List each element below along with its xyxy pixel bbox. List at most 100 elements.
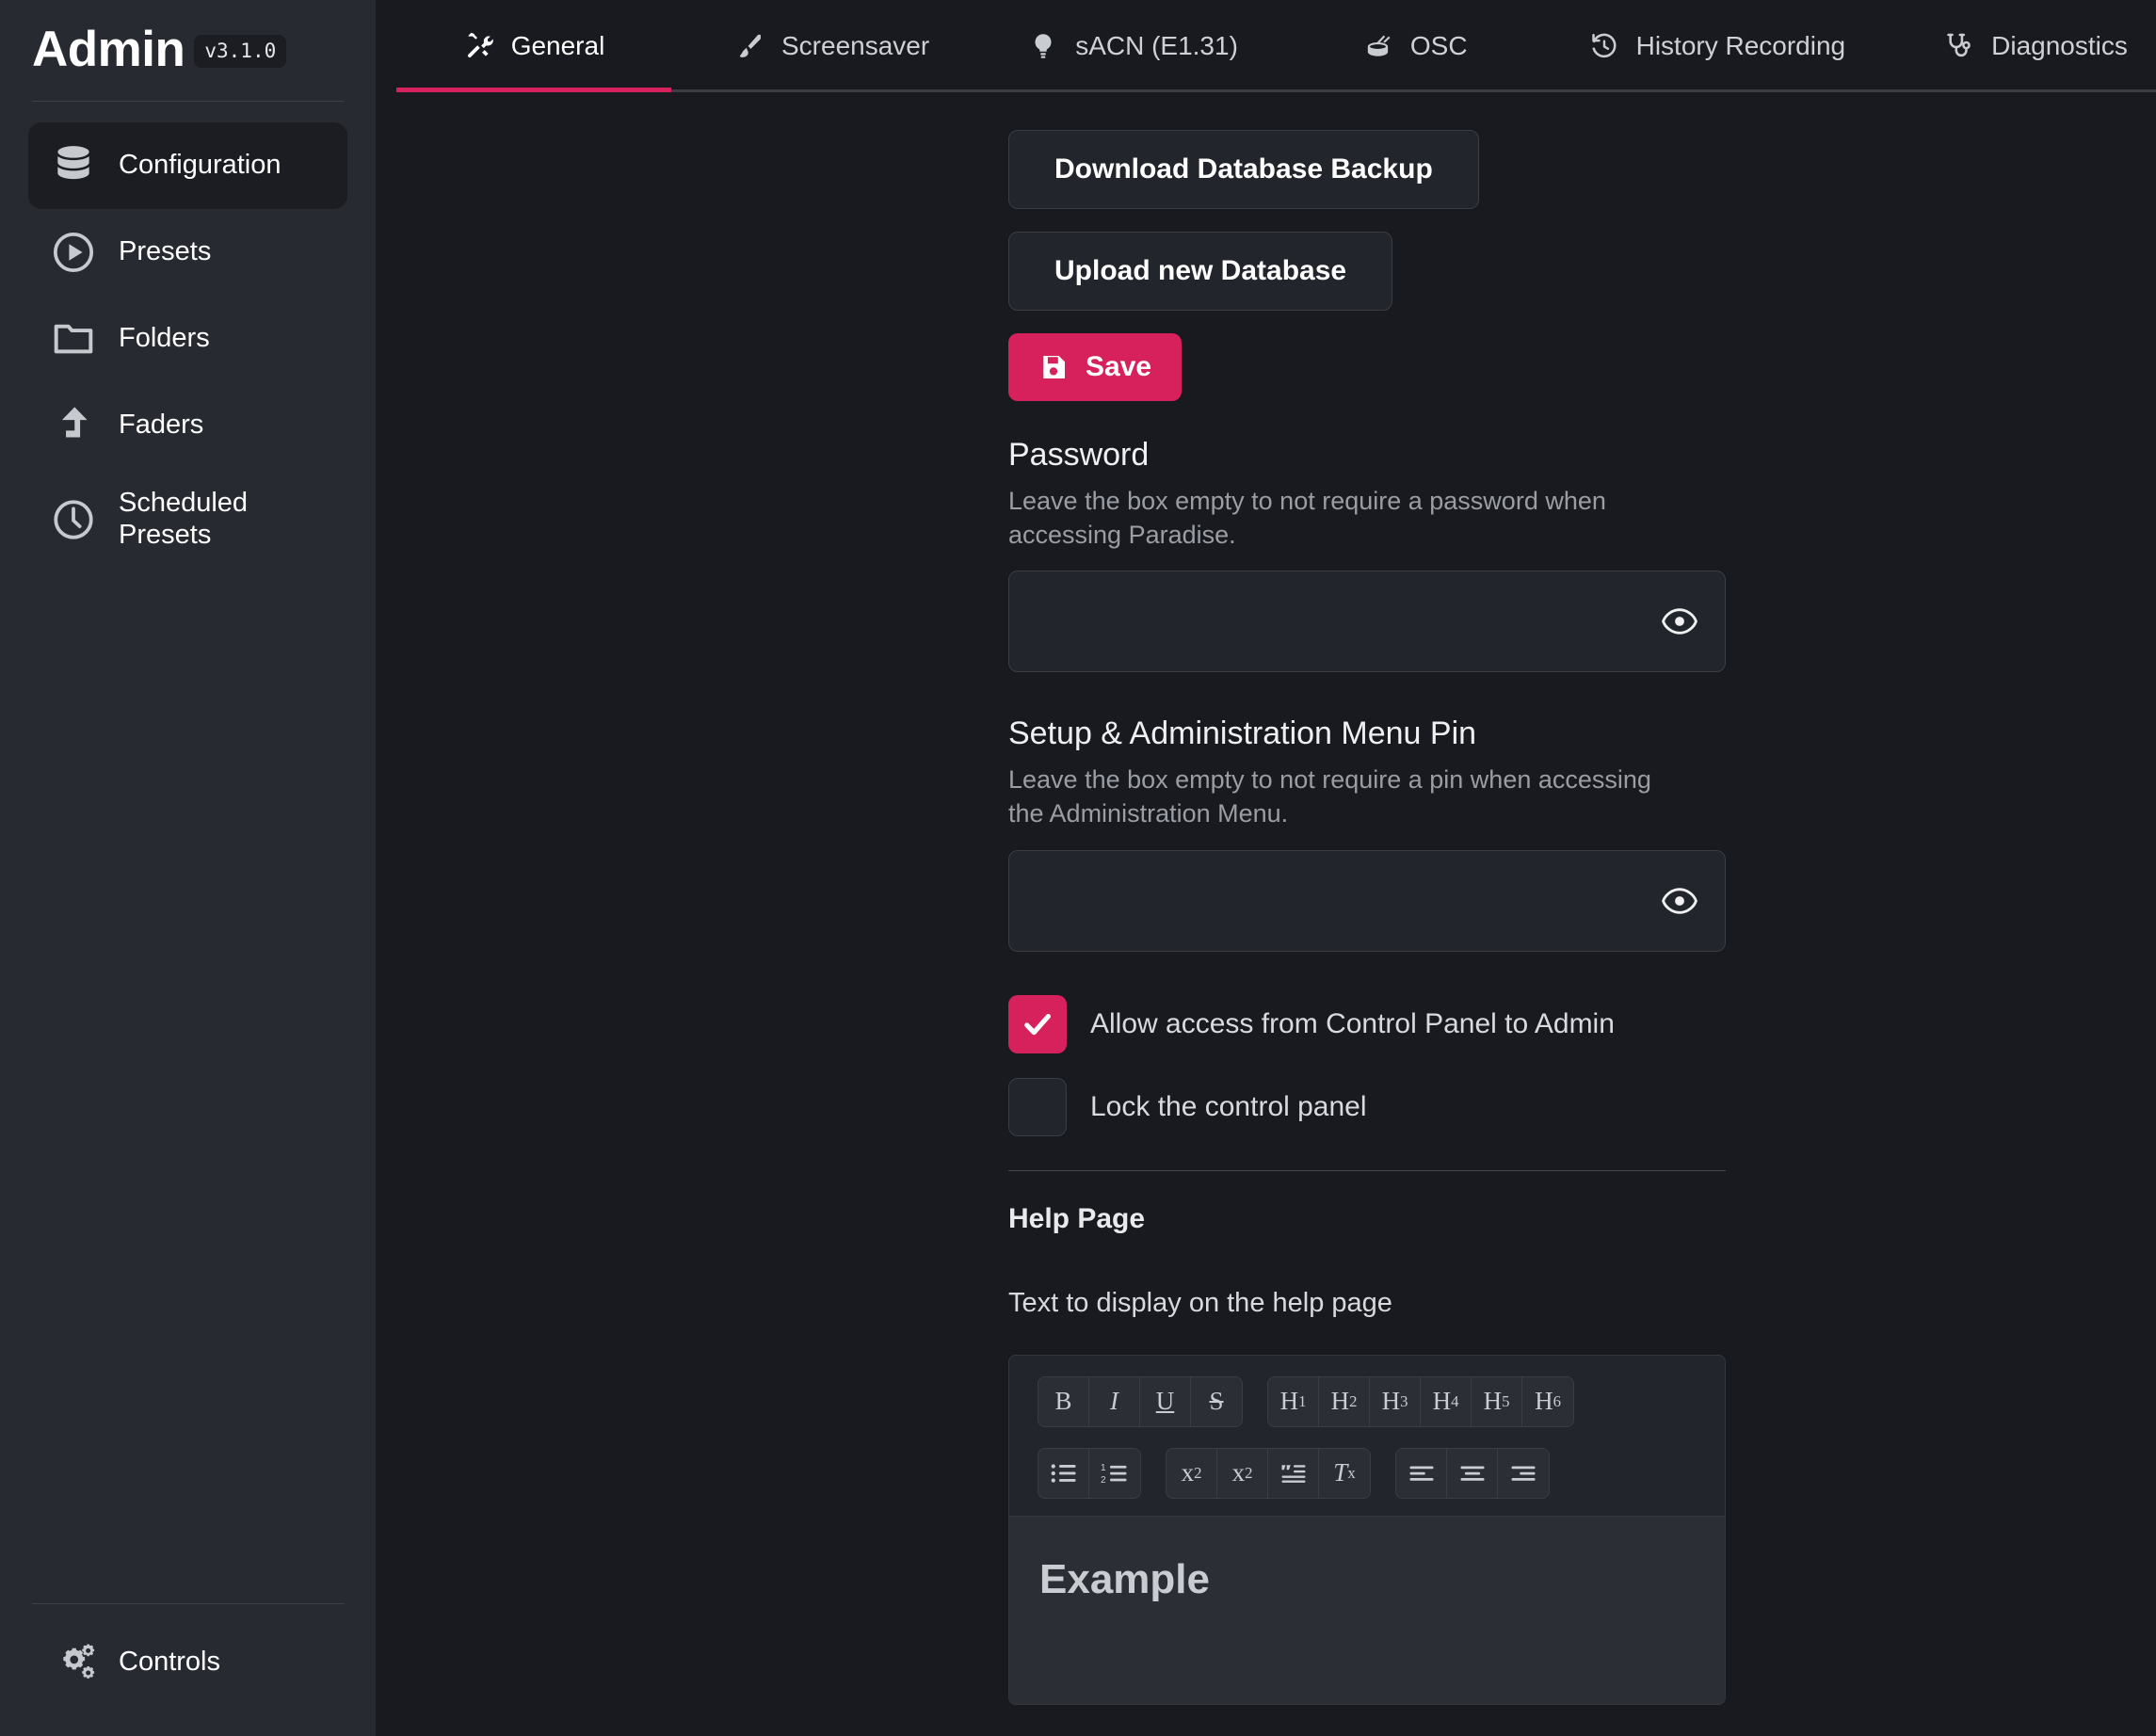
bullet-list-icon xyxy=(1050,1461,1078,1486)
sidebar-item-controls[interactable]: Controls xyxy=(28,1617,347,1708)
toggle-pin-visibility-button[interactable] xyxy=(1659,880,1700,922)
subscript-button[interactable]: x2 xyxy=(1217,1448,1268,1498)
sidebar-item-label: Presets xyxy=(119,236,212,267)
bullet-list-button[interactable] xyxy=(1038,1448,1089,1498)
svg-text:1: 1 xyxy=(1101,1462,1106,1472)
help-page-heading: Help Page xyxy=(1008,1202,1146,1234)
lock-control-panel-checkbox[interactable] xyxy=(1008,1077,1067,1136)
tab-label: Screensaver xyxy=(781,31,930,60)
heading-6-level: 6 xyxy=(1553,1391,1561,1410)
sidebar-item-label: Faders xyxy=(119,410,204,441)
eye-icon xyxy=(1662,607,1697,635)
align-right-icon xyxy=(1509,1461,1537,1486)
sidebar-item-configuration[interactable]: Configuration xyxy=(28,122,347,209)
sidebar-item-scheduled-presets[interactable]: Scheduled Presets xyxy=(28,469,347,571)
sidebar-item-label: Folders xyxy=(119,323,210,354)
superscript-button[interactable]: x2 xyxy=(1166,1448,1217,1498)
sidebar-item-presets[interactable]: Presets xyxy=(28,209,347,296)
bold-button[interactable]: B xyxy=(1038,1376,1089,1426)
editor-content-area[interactable]: Example xyxy=(1009,1515,1725,1704)
heading-1-button[interactable]: H1 xyxy=(1268,1376,1319,1426)
svg-text:2: 2 xyxy=(1101,1475,1106,1486)
allow-access-label: Allow access from Control Panel to Admin xyxy=(1090,1007,1615,1039)
italic-button[interactable]: I xyxy=(1089,1376,1140,1426)
save-button-label: Save xyxy=(1086,351,1152,382)
folder-icon xyxy=(49,314,98,363)
allow-access-checkbox[interactable] xyxy=(1008,994,1067,1053)
settings-panel: Download Database Backup Upload new Data… xyxy=(376,92,2156,1705)
heading-1-level: 1 xyxy=(1298,1391,1307,1410)
tab-label: OSC xyxy=(1409,31,1468,60)
align-group xyxy=(1395,1447,1550,1499)
tab-screensaver[interactable]: Screensaver xyxy=(705,0,957,92)
list-group: 12 xyxy=(1038,1447,1141,1499)
sidebar-item-folders[interactable]: Folders xyxy=(28,296,347,382)
database-icon xyxy=(49,141,98,190)
brand: Admin v3.1.0 xyxy=(0,0,376,74)
tab-label: General xyxy=(510,31,605,60)
tab-diagnostics[interactable]: Diagnostics xyxy=(1915,0,2156,92)
tab-label: History Recording xyxy=(1635,31,1846,60)
password-title: Password xyxy=(1008,437,1150,473)
align-left-button[interactable] xyxy=(1396,1448,1447,1498)
heading-4-level: 4 xyxy=(1451,1391,1459,1410)
tab-sacn[interactable]: sACN (E1.31) xyxy=(999,0,1266,92)
save-button[interactable]: Save xyxy=(1008,333,1183,401)
tools-icon xyxy=(463,30,495,62)
tab-general[interactable]: General xyxy=(396,0,671,92)
save-icon xyxy=(1038,352,1069,382)
align-center-button[interactable] xyxy=(1447,1448,1498,1498)
pin-title: Setup & Administration Menu Pin xyxy=(1008,715,1477,752)
align-left-icon xyxy=(1408,1461,1436,1486)
heading-4-button[interactable]: H4 xyxy=(1421,1376,1472,1426)
clear-formatting-button[interactable]: Tx xyxy=(1319,1448,1370,1498)
align-right-button[interactable] xyxy=(1498,1448,1549,1498)
heading-3-level: 3 xyxy=(1400,1391,1408,1410)
strikethrough-button[interactable]: S xyxy=(1191,1376,1242,1426)
divider xyxy=(1008,1169,1726,1171)
pin-input[interactable] xyxy=(1009,850,1725,951)
pin-help: Leave the box empty to not require a pin… xyxy=(1008,765,1651,828)
password-field-wrapper xyxy=(1008,571,1726,673)
toggle-password-visibility-button[interactable] xyxy=(1659,601,1700,642)
tab-osc[interactable]: OSC xyxy=(1334,0,1496,92)
ordered-list-button[interactable]: 12 xyxy=(1089,1448,1140,1498)
tab-label: sACN (E1.31) xyxy=(1075,31,1238,60)
sidebar-item-label: Controls xyxy=(119,1647,220,1678)
stethoscope-icon xyxy=(1943,30,1975,62)
sidebar-item-faders[interactable]: Faders xyxy=(28,382,347,469)
password-input[interactable] xyxy=(1009,571,1725,672)
version-badge: v3.1.0 xyxy=(194,35,287,68)
upload-new-database-button[interactable]: Upload new Database xyxy=(1008,232,1393,311)
heading-2-level: 2 xyxy=(1349,1391,1358,1410)
tab-history-recording[interactable]: History Recording xyxy=(1560,0,1874,92)
align-center-icon xyxy=(1458,1461,1487,1486)
heading-5-button[interactable]: H5 xyxy=(1472,1376,1522,1426)
blockquote-button[interactable] xyxy=(1268,1448,1319,1498)
heading-3-button[interactable]: H3 xyxy=(1370,1376,1421,1426)
clock-icon xyxy=(49,495,98,544)
editor-toolbar: B I U S H1 H2 H3 H4 H5 H6 1 2 x 2 x 2 T … xyxy=(1009,1356,1725,1516)
rich-text-editor: B I U S H1 H2 H3 H4 H5 H6 1 2 x 2 x 2 T … xyxy=(1008,1354,1726,1705)
divider-bottom xyxy=(32,1603,344,1604)
editor-toolbar-row-2: 12 x2 x2 T x xyxy=(1038,1447,1697,1499)
app-root: Admin v3.1.0 Configuration Presets Folde… xyxy=(0,0,2156,1736)
password-help: Leave the box empty to not require a pas… xyxy=(1008,487,1606,549)
sidebar-item-label: Scheduled Presets xyxy=(119,488,249,550)
text-style-group: B I U S xyxy=(1038,1375,1243,1427)
page-title: Admin xyxy=(32,22,185,77)
editor-toolbar-row-1: B I U S H1 H2 H3 H4 H5 H6 xyxy=(1038,1375,1697,1427)
drum-icon xyxy=(1362,30,1394,62)
sidebar-item-label: Configuration xyxy=(119,150,282,181)
heading-5-level: 5 xyxy=(1502,1391,1510,1410)
heading-2-button[interactable]: H2 xyxy=(1319,1376,1370,1426)
pin-field-wrapper xyxy=(1008,849,1726,952)
sidebar: Admin v3.1.0 Configuration Presets Folde… xyxy=(0,0,376,1736)
heading-group: H1 H2 H3 H4 H5 H6 xyxy=(1267,1375,1574,1427)
heading-6-button[interactable]: H6 xyxy=(1522,1376,1573,1426)
underline-button[interactable]: U xyxy=(1140,1376,1191,1426)
paintbrush-icon xyxy=(733,30,765,62)
eye-icon xyxy=(1662,887,1697,915)
download-database-backup-button[interactable]: Download Database Backup xyxy=(1008,130,1479,209)
